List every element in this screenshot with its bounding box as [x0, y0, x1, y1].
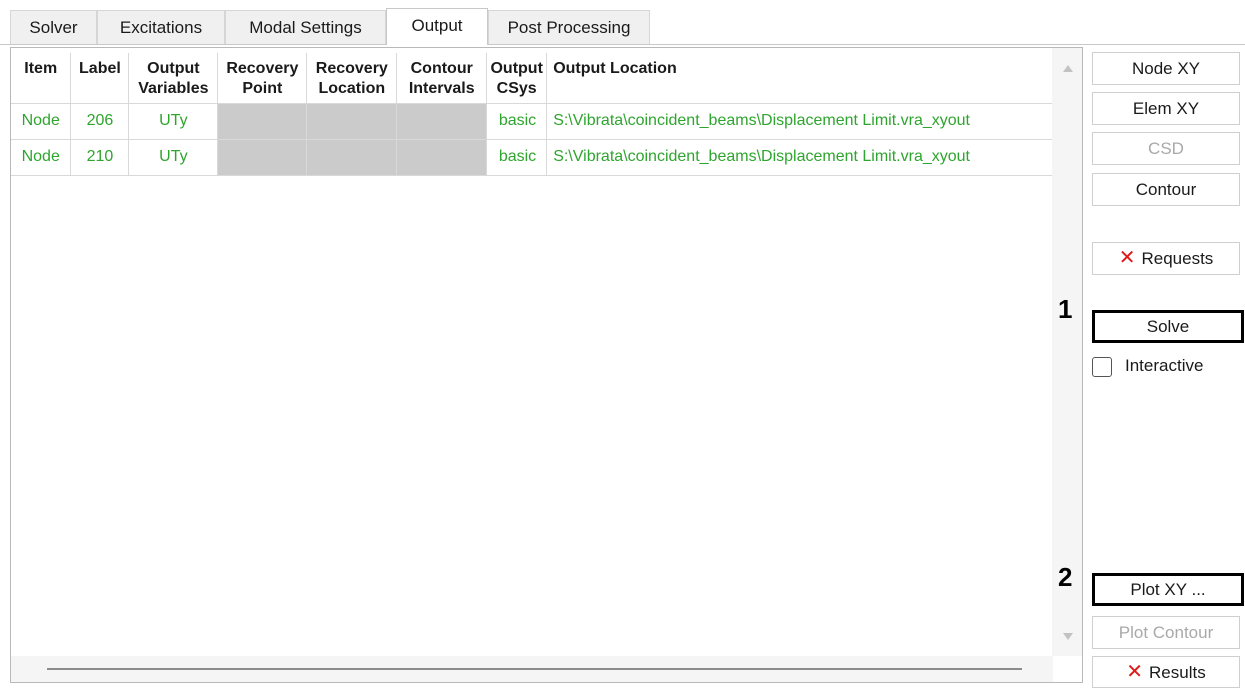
- contour-button[interactable]: Contour: [1092, 173, 1240, 206]
- x-mark-icon: ✕: [1126, 661, 1144, 683]
- output-table: Item Label Output Variables Recovery Point…: [11, 53, 1053, 176]
- delete-results-button[interactable]: ✕ Results: [1092, 656, 1240, 688]
- table-header-row: Item Label Output Variables Recovery Point…: [11, 53, 1053, 104]
- cell-item[interactable]: Node: [11, 103, 72, 140]
- csd-button[interactable]: CSD: [1092, 132, 1240, 165]
- col-header-contour-intervals[interactable]: Contour Intervals: [396, 53, 488, 104]
- grid-viewport: Item Label Output Variables Recovery Point…: [11, 48, 1053, 656]
- cell-recovery-point: [217, 139, 308, 176]
- tab-excitations[interactable]: Excitations: [97, 10, 225, 44]
- cell-output-location[interactable]: S:\Vibrata\coincident_beams\Displacement…: [546, 103, 1053, 140]
- cell-label[interactable]: 206: [70, 103, 130, 140]
- tab-post-processing[interactable]: Post Processing: [488, 10, 650, 44]
- callout-2: 2: [1058, 562, 1073, 592]
- col-header-recovery-point[interactable]: Recovery Point: [217, 53, 308, 104]
- tab-modal-settings[interactable]: Modal Settings: [225, 10, 386, 44]
- cell-recovery-location: [306, 103, 398, 140]
- col-header-item[interactable]: Item: [11, 53, 72, 104]
- delete-requests-button[interactable]: ✕ Requests: [1092, 242, 1240, 275]
- cell-output-csys[interactable]: basic: [486, 103, 548, 140]
- cell-contour-intervals: [396, 139, 488, 176]
- requests-label: Requests: [1141, 249, 1214, 268]
- table-row[interactable]: Node 210 UTy basic S:\Vibrata\coincident…: [11, 139, 1053, 176]
- tab-bar: Solver Excitations Modal Settings Output…: [0, 0, 1245, 45]
- cell-output-location[interactable]: S:\Vibrata\coincident_beams\Displacement…: [546, 139, 1053, 176]
- output-requests-grid: Item Label Output Variables Recovery Point…: [10, 47, 1083, 683]
- cell-item[interactable]: Node: [11, 139, 72, 176]
- cell-label[interactable]: 210: [70, 139, 130, 176]
- col-header-label[interactable]: Label: [70, 53, 130, 104]
- col-header-recovery-location[interactable]: Recovery Location: [306, 53, 398, 104]
- cell-contour-intervals: [396, 103, 488, 140]
- plot-xy-button[interactable]: Plot XY ...: [1092, 573, 1244, 606]
- solve-button[interactable]: Solve: [1092, 310, 1244, 343]
- cell-recovery-point: [217, 103, 308, 140]
- x-mark-icon: ✕: [1118, 247, 1136, 269]
- results-label: Results: [1149, 663, 1206, 682]
- tab-solver[interactable]: Solver: [10, 10, 97, 44]
- col-header-output-location[interactable]: Output Location: [546, 53, 1053, 104]
- col-header-output-csys[interactable]: Output CSys: [486, 53, 548, 104]
- scroll-up-icon[interactable]: [1063, 65, 1073, 72]
- elem-xy-button[interactable]: Elem XY: [1092, 92, 1240, 125]
- node-xy-button[interactable]: Node XY: [1092, 52, 1240, 85]
- cell-recovery-location: [306, 139, 398, 176]
- horizontal-scroll-thumb[interactable]: [47, 668, 1022, 670]
- interactive-label[interactable]: Interactive: [1125, 356, 1203, 376]
- tab-divider: [0, 44, 1245, 45]
- cell-output-csys[interactable]: basic: [486, 139, 548, 176]
- plot-contour-button[interactable]: Plot Contour: [1092, 616, 1240, 649]
- cell-output-variables[interactable]: UTy: [128, 103, 219, 140]
- interactive-checkbox[interactable]: [1092, 357, 1112, 377]
- cell-output-variables[interactable]: UTy: [128, 139, 219, 176]
- table-row[interactable]: Node 206 UTy basic S:\Vibrata\coincident…: [11, 103, 1053, 140]
- scroll-down-icon[interactable]: [1063, 633, 1073, 640]
- tab-output[interactable]: Output: [386, 8, 488, 45]
- horizontal-scrollbar[interactable]: [11, 656, 1053, 682]
- col-header-output-variables[interactable]: Output Variables: [128, 53, 219, 104]
- callout-1: 1: [1058, 294, 1073, 324]
